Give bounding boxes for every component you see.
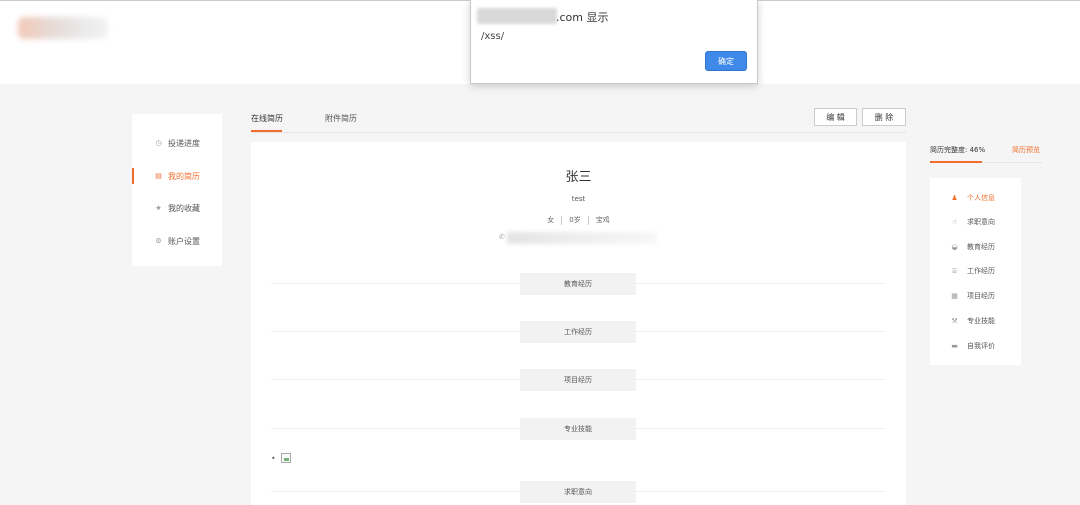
sidebar-item-label: 投递进度 — [168, 138, 200, 148]
clock-icon: ◷ — [155, 139, 162, 147]
active-tab-indicator — [251, 130, 282, 132]
resume-meta: 女 0岁 宝鸡 — [251, 215, 906, 225]
resume-name: 张三 — [565, 170, 592, 185]
resume-completeness: 简历完整度: 46% 简历预览 — [930, 142, 1042, 163]
resume-age: 0岁 — [569, 216, 581, 224]
resume-preview-link[interactable]: 简历预览 — [1012, 145, 1040, 155]
meta-divider — [561, 215, 563, 225]
sidebar-item-my-favorites[interactable]: ★ 我的收藏 — [132, 198, 222, 218]
broken-image-icon — [280, 453, 291, 463]
edit-button[interactable]: 编 辑 — [814, 108, 857, 126]
sidebar-item-label: 我的收藏 — [168, 203, 200, 213]
section-projects: 项目经历 — [271, 369, 885, 391]
alert-dialog: .com 显示 /xss/ 确定 — [470, 0, 758, 84]
section-nav-label: 教育经历 — [967, 243, 995, 251]
dialog-title: .com 显示 — [556, 11, 609, 24]
section-label: 工作经历 — [520, 321, 636, 343]
briefcase-icon: ⌸ — [952, 266, 957, 275]
sidebar-item-account-settings[interactable]: ⚙ 账户设置 — [132, 231, 222, 251]
wrench-icon: ⚒ — [951, 317, 958, 325]
section-label: 求职意向 — [520, 481, 636, 503]
resume-location: 宝鸡 — [595, 216, 610, 224]
section-nav-personal-info[interactable]: ♟ 个人信息 — [930, 189, 1021, 207]
resume-card: 张三 test 女 0岁 宝鸡 ✆ 教育经历 工作经历 项目经历 专业技能 • … — [251, 142, 906, 505]
resume-gender: 女 — [547, 216, 555, 224]
section-work: 工作经历 — [271, 321, 885, 343]
section-label: 项目经历 — [520, 369, 636, 391]
section-job-intention: 求职意向 — [271, 481, 885, 503]
skills-list-item: • — [271, 453, 291, 463]
resume-tabs: 在线简历 附件简历 编 辑 删 除 — [251, 106, 906, 133]
resume-contact: ✆ — [499, 229, 659, 247]
section-nav-job-intention[interactable]: ☝ 求职意向 — [930, 213, 1021, 231]
section-nav-label: 个人信息 — [967, 194, 995, 202]
sidebar-item-my-resume[interactable]: ▤ 我的简历 — [132, 166, 222, 186]
gear-icon: ⚙ — [155, 237, 162, 245]
section-nav-skills[interactable]: ⚒ 专业技能 — [930, 312, 1021, 330]
section-nav-label: 求职意向 — [967, 218, 995, 226]
section-nav-education[interactable]: ◒ 教育经历 — [930, 238, 1021, 256]
tab-online-resume[interactable]: 在线简历 — [251, 113, 283, 124]
phone-icon: ✆ — [499, 233, 505, 241]
section-nav-work[interactable]: ⌸ 工作经历 — [930, 262, 1021, 280]
meta-divider — [587, 215, 589, 225]
document-icon: ▦ — [951, 292, 958, 300]
dialog-ok-button[interactable]: 确定 — [705, 51, 747, 71]
delete-button[interactable]: 删 除 — [862, 108, 906, 126]
section-nav-self-evaluation[interactable]: ▬ 自我评价 — [930, 337, 1021, 355]
tab-attachment-resume[interactable]: 附件简历 — [325, 113, 357, 124]
graduation-icon: ◒ — [951, 243, 958, 251]
section-nav-label: 工作经历 — [967, 267, 995, 275]
section-nav-label: 专业技能 — [967, 317, 995, 325]
section-nav-label: 项目经历 — [967, 292, 995, 300]
section-skills: 专业技能 — [271, 418, 885, 440]
sidebar-item-delivery-progress[interactable]: ◷ 投递进度 — [132, 133, 222, 153]
dialog-message: /xss/ — [481, 31, 505, 42]
person-icon: ♟ — [951, 194, 958, 202]
section-nav-projects[interactable]: ▦ 项目经历 — [930, 287, 1021, 305]
comment-icon: ▬ — [951, 342, 958, 350]
section-education: 教育经历 — [271, 273, 885, 295]
sidebar-item-label: 账户设置 — [168, 236, 200, 246]
star-icon: ★ — [155, 204, 162, 212]
dialog-domain-redacted — [477, 8, 557, 24]
bullet-dot: • — [271, 453, 276, 463]
resume-section-nav: ♟ 个人信息 ☝ 求职意向 ◒ 教育经历 ⌸ 工作经历 ▦ 项目经历 ⚒ 专业技… — [930, 178, 1021, 365]
resume-icon: ▤ — [155, 172, 162, 180]
sidebar-item-label: 我的简历 — [168, 171, 200, 181]
section-label: 专业技能 — [520, 418, 636, 440]
section-label: 教育经历 — [520, 273, 636, 295]
site-logo[interactable] — [18, 17, 108, 39]
completeness-progress-bar — [930, 161, 982, 163]
contact-redacted — [507, 232, 657, 244]
hand-icon: ☝ — [952, 218, 957, 226]
left-sidebar: ◷ 投递进度 ▤ 我的简历 ★ 我的收藏 ⚙ 账户设置 — [132, 114, 222, 266]
section-nav-label: 自我评价 — [967, 342, 995, 350]
completeness-label: 简历完整度: 46% — [930, 146, 986, 154]
resume-subtitle: test — [571, 195, 586, 203]
